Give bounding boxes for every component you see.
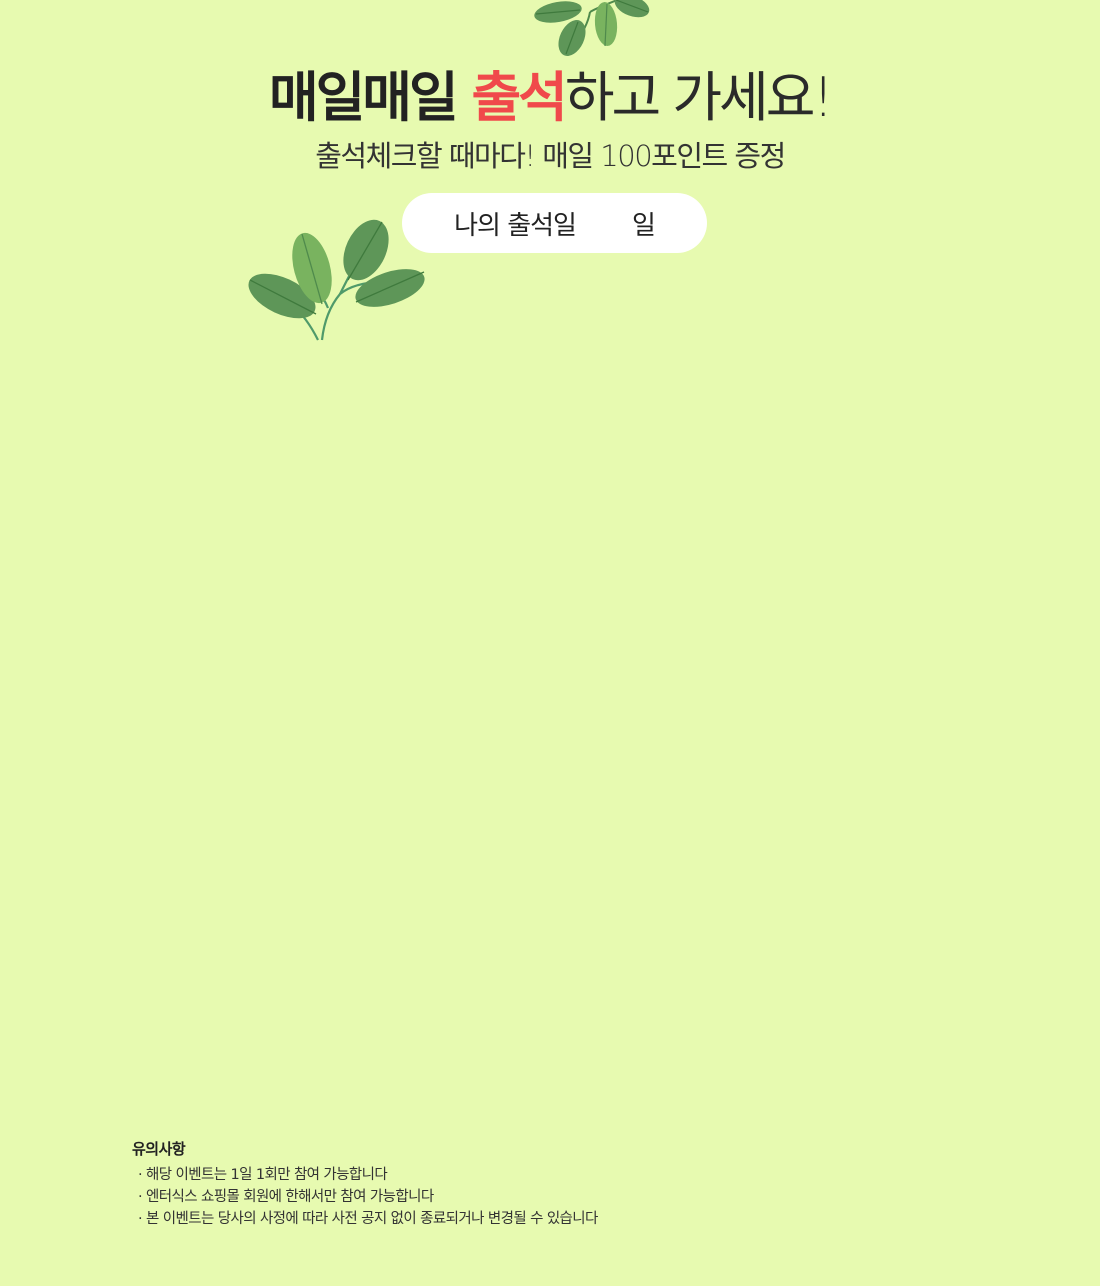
attendance-unit: 일 <box>631 210 656 241</box>
title-part-daily: 매일매일 <box>268 66 472 129</box>
bullet-dot-icon: · <box>138 1211 143 1227</box>
leaf-branch-left-icon <box>248 219 425 341</box>
page-subtitle: 출석체크할 때마다! 매일 100포인트 증정 <box>315 139 786 173</box>
notice-title: 유의사항 <box>132 1140 186 1158</box>
bullet-dot-icon: · <box>138 1167 143 1183</box>
notice-item-text: 해당 이벤트는 1일 1회만 참여 가능합니다 <box>146 1167 388 1183</box>
notice-item: · 해당 이벤트는 1일 1회만 참여 가능합니다 <box>132 1164 1032 1186</box>
attendance-count-badge: 나의 출석일 일 <box>402 193 707 253</box>
title-part-go: 하고 가세요! <box>564 66 834 129</box>
attendance-label: 나의 출석일 <box>454 210 577 241</box>
notice-item: · 본 이벤트는 당사의 사정에 따라 사전 공지 없이 종료되거나 변경될 수 … <box>132 1208 1032 1230</box>
page-title: 매일매일 출석하고 가세요! <box>0 60 1100 136</box>
title-part-attendance: 출석 <box>471 66 567 129</box>
bullet-dot-icon: · <box>138 1189 143 1205</box>
notice-section: 유의사항 · 해당 이벤트는 1일 1회만 참여 가능합니다 · 엔터식스 쇼핑몰 … <box>132 1138 1032 1230</box>
notice-item-text: 엔터식스 쇼핑몰 회원에 한해서만 참여 가능합니다 <box>146 1189 434 1205</box>
leaf-branch-top-icon <box>534 0 650 56</box>
notice-list: · 해당 이벤트는 1일 1회만 참여 가능합니다 · 엔터식스 쇼핑몰 회원에 한… <box>132 1164 1032 1230</box>
notice-item: · 엔터식스 쇼핑몰 회원에 한해서만 참여 가능합니다 <box>132 1186 1032 1208</box>
attendance-event-page: 매일매일 출석하고 가세요! 출석체크할 때마다! 매일 100포인트 증정 나… <box>0 0 1100 1286</box>
notice-item-text: 본 이벤트는 당사의 사정에 따라 사전 공지 없이 종료되거나 변경될 수 있… <box>146 1211 598 1227</box>
